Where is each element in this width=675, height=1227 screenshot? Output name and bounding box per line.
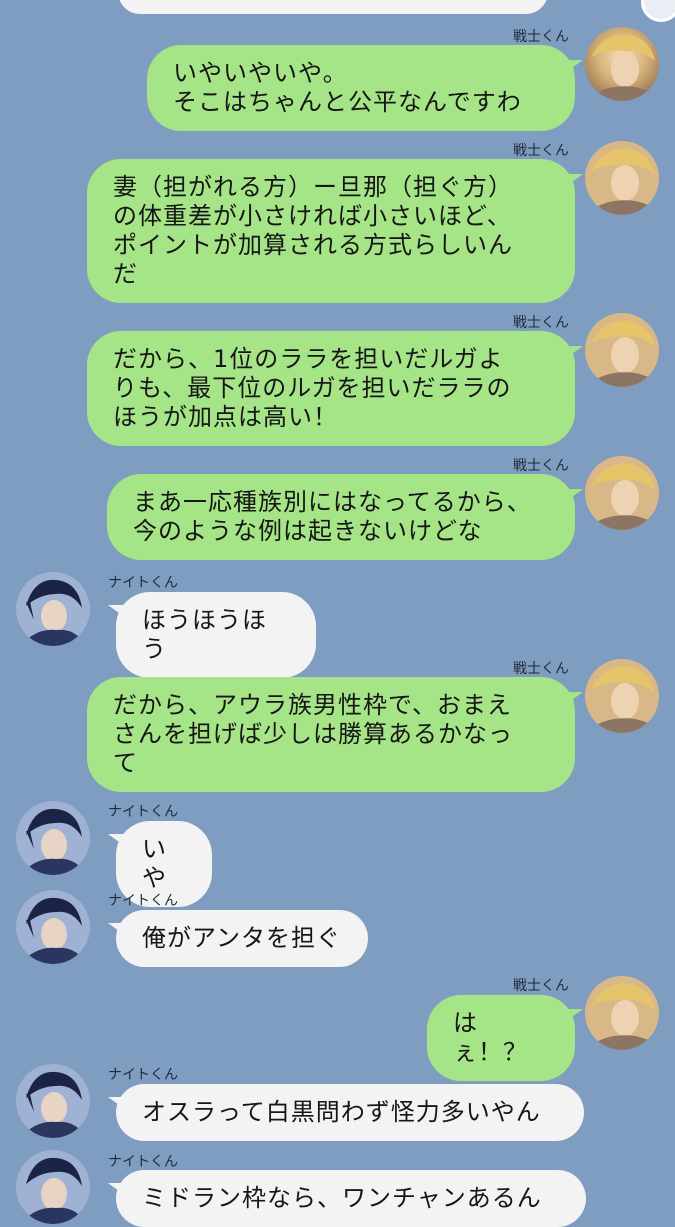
message-bubble-incoming[interactable]: ミドラン枠なら、ワンチャンあるん xyxy=(116,1170,586,1227)
warrior-avatar[interactable] xyxy=(585,313,659,387)
warrior-avatar[interactable] xyxy=(585,141,659,215)
message-bubble-outgoing[interactable]: だから、アウラ族男性枠で、おまえ さんを担げば少しは勝算あるかなっ て xyxy=(87,677,575,792)
warrior-avatar[interactable] xyxy=(585,456,659,530)
sender-name: ナイトくん xyxy=(108,893,178,909)
knight-avatar[interactable] xyxy=(16,801,90,875)
sender-name: ナイトくん xyxy=(108,575,178,591)
warrior-avatar[interactable] xyxy=(585,27,659,101)
knight-avatar[interactable] xyxy=(16,1064,90,1138)
message-bubble-outgoing[interactable]: だから、1位のララを担いだルガよ りも、最下位のルガを担いだララの ほうが加点は… xyxy=(87,331,575,446)
knight-avatar[interactable] xyxy=(16,572,90,646)
message-bubble-incoming[interactable]: ほうほうほう xyxy=(116,592,316,678)
sender-name: 戦士くん xyxy=(513,315,569,331)
knight-avatar[interactable] xyxy=(16,1150,90,1224)
sender-name: 戦士くん xyxy=(513,661,569,677)
message-bubble-outgoing[interactable]: まあ一応種族別にはなってるから、 今のような例は起きないけどな xyxy=(107,474,575,560)
message-bubble-incoming[interactable]: 俺がアンタを担ぐ xyxy=(116,910,368,967)
scroll-handle[interactable] xyxy=(641,0,675,22)
knight-avatar[interactable] xyxy=(16,890,90,964)
chat-thread[interactable]: 戦士くん いやいやいや。 そこはちゃんと公平なんですわ 戦士くん 妻（担がれる方… xyxy=(0,0,675,1227)
message-bubble-outgoing[interactable]: はぇ！？ xyxy=(427,995,575,1081)
sender-name: ナイトくん xyxy=(108,1067,178,1083)
message-bubble-outgoing[interactable]: いやいやいや。 そこはちゃんと公平なんですわ xyxy=(147,45,575,131)
sender-name: 戦士くん xyxy=(513,458,569,474)
sender-name: 戦士くん xyxy=(513,978,569,994)
sender-name: 戦士くん xyxy=(513,143,569,159)
message-bubble-outgoing[interactable]: 妻（担がれる方）ー旦那（担ぐ方） の体重差が小さければ小さいほど、 ポイントが加… xyxy=(87,159,575,303)
previous-message-bubble xyxy=(118,0,548,14)
warrior-avatar[interactable] xyxy=(585,659,659,733)
sender-name: ナイトくん xyxy=(108,804,178,820)
sender-name: 戦士くん xyxy=(513,29,569,45)
message-bubble-incoming[interactable]: オスラって白黒問わず怪力多いやん xyxy=(116,1084,584,1141)
sender-name: ナイトくん xyxy=(108,1154,178,1170)
warrior-avatar[interactable] xyxy=(585,976,659,1050)
